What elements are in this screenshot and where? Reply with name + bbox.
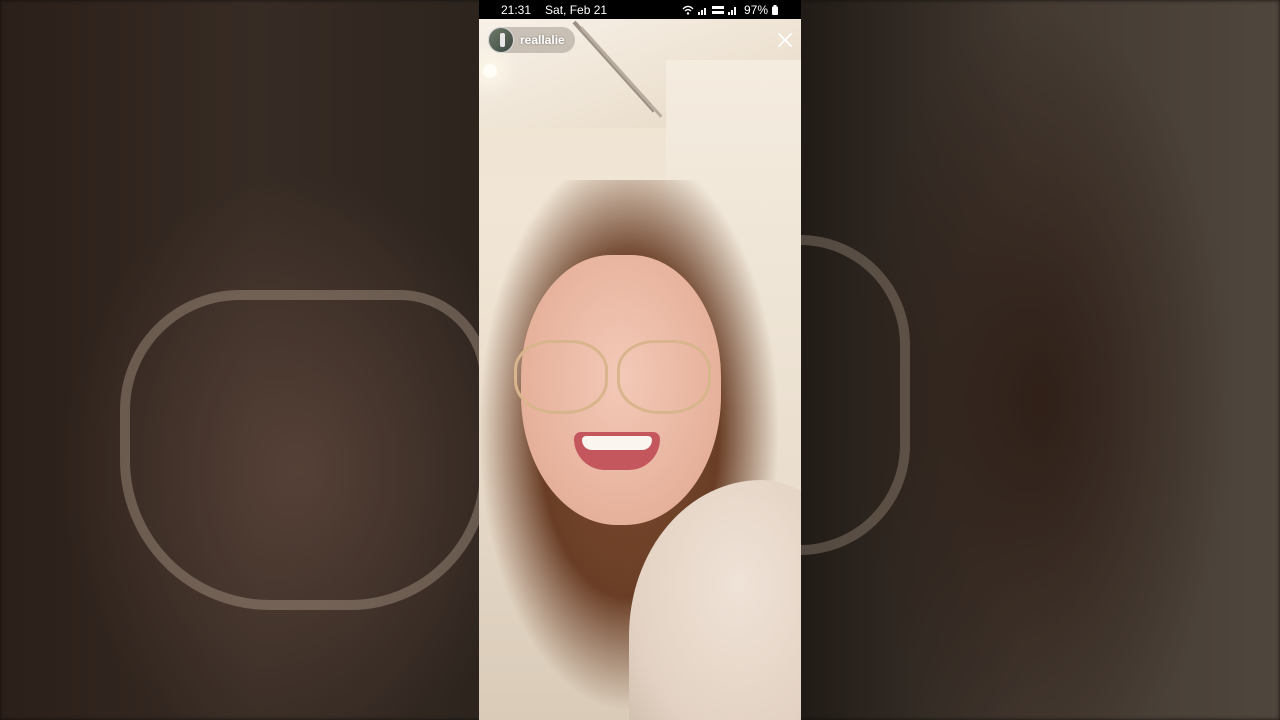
status-date: Sat, Feb 21 [545,2,608,17]
battery-percent: 97% [743,2,768,17]
status-bar: 21:31 Sat, Feb 21 97% [479,0,801,19]
volte-icon [711,5,724,14]
signal-icon [697,7,706,15]
glasses-lens [617,340,711,414]
signal-icon [727,6,736,15]
avatar[interactable] [488,27,514,53]
close-icon [778,33,792,47]
story-user-chip[interactable]: reallalie [488,27,575,53]
status-time: 21:31 [501,2,532,17]
story-video[interactable]: 21:31 Sat, Feb 21 97% reallalie [479,0,801,720]
background-glasses-shape [120,290,490,610]
wifi-icon [682,5,694,15]
screen: 21:31 Sat, Feb 21 97% reallalie [0,0,1280,720]
close-button[interactable] [777,32,793,48]
battery-icon [772,4,778,15]
story-username[interactable]: reallalie [520,33,565,47]
ceiling-light [483,64,497,78]
glasses-lens [514,340,608,414]
